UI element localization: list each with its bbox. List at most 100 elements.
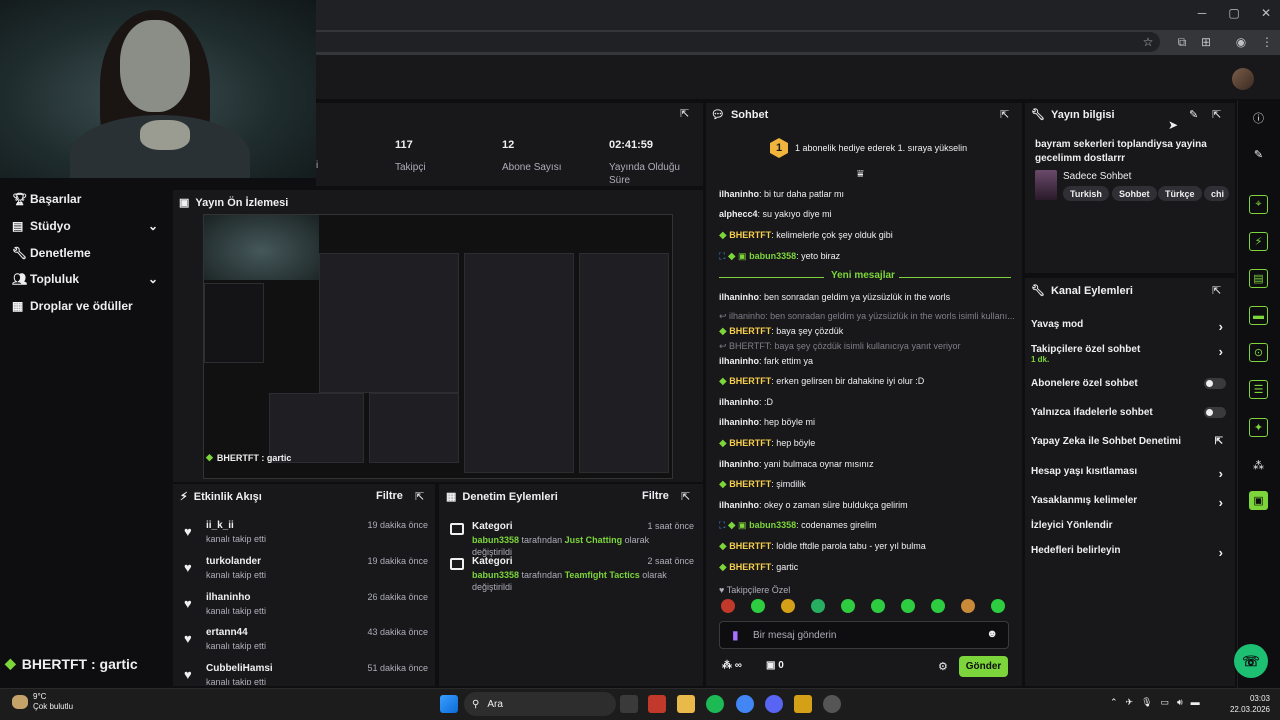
broadcast-icon[interactable]: ⊙ [1249,343,1268,362]
channel-action-row[interactable]: Hesap yaşı kısıtlaması › [1031,466,1229,486]
taskbar-clock[interactable]: 03:03 22.03.2026 [1222,693,1270,715]
edit-pencil-icon[interactable]: ✎ [1189,108,1198,121]
system-tray[interactable]: ⌃✈🎙︎▭🔊︎▬ [1110,697,1208,708]
chat-message[interactable]: ◆ BHERTFT: şimdilik [719,479,1009,490]
chevron-right-icon[interactable]: › [1219,344,1223,359]
list-item[interactable]: ♥ ii_k_ii kanalı takip etti 19 dakika ön… [184,520,428,548]
chat-message[interactable]: ◆ BHERTFT: kelimelerle çok şey olduk gib… [719,230,1009,241]
list-item[interactable]: ♥ ilhaninho kanalı takip etti 26 dakika … [184,592,428,620]
chevron-down-icon[interactable]: ⌄ [148,219,158,233]
cast-icon[interactable]: ⧉ [1173,35,1191,51]
settings-gear-icon[interactable]: ⚙ [938,660,948,673]
channel-action-row[interactable]: Yasaklanmış kelimeler › [1031,495,1229,515]
discord-icon[interactable] [765,695,783,713]
maximize-icon[interactable]: ▢ [1224,6,1244,22]
sidebar-item-drops[interactable]: ▦ Droplar ve ödüller [12,293,162,319]
obs-icon[interactable] [823,695,841,713]
popout-icon[interactable]: ⇱ [415,490,424,503]
chevron-down-icon[interactable]: ⌄ [148,272,158,286]
chevron-right-icon[interactable]: › [1219,466,1223,481]
chat-message[interactable]: ◆ BHERTFT: erken gelirsen bir dahakine i… [719,376,1009,387]
tag[interactable]: Sohbet [1112,186,1157,201]
chat-message[interactable]: ◆ BHERTFT: loldle tftdle parola tabu - y… [719,541,1009,552]
chat-message[interactable]: ilhaninho: bi tur daha patlar mı [719,189,1009,199]
minimize-icon[interactable]: ─ [1192,6,1212,22]
chat-message[interactable]: alphecc4: su yakıyo diye mi [719,209,1009,219]
file-explorer-icon[interactable] [677,695,695,713]
toggle-switch[interactable] [1204,378,1226,389]
emote-icon[interactable] [961,599,975,613]
stream-category[interactable]: Sadece Sohbet [1063,171,1131,182]
emote-icon[interactable] [931,599,945,613]
popout-icon[interactable]: ⇱ [680,107,689,120]
lightning-icon[interactable]: ⚡︎ [1249,232,1268,251]
emote-icon[interactable] [871,599,885,613]
channel-action-row[interactable]: Takipçilere özel sohbet 1 dk. › [1031,344,1229,364]
emote-icon[interactable] [781,599,795,613]
app-p-icon[interactable] [648,695,666,713]
channel-action-row[interactable]: Yavaş mod › [1031,319,1229,339]
weather-widget[interactable]: 9°C Çok bulutlu [12,692,73,712]
popout-icon[interactable]: ⇱ [1212,284,1221,297]
extensions-dots-icon[interactable]: ⁂ [1249,456,1268,475]
wrench-icon[interactable]: ✦ [1249,418,1268,437]
task-view-icon[interactable] [620,695,638,713]
toggle-switch[interactable] [1204,407,1226,418]
popout-icon[interactable]: ⇱ [681,490,690,503]
chat-message[interactable]: ilhaninho: hep böyle mi [719,417,1009,427]
chat-message[interactable]: ilhaninho: okey o zaman süre buldukça ge… [719,500,1009,510]
edit-pencil-icon[interactable]: ✎ [1249,145,1268,164]
channel-points[interactable]: ⁂ ∞ [722,660,742,671]
app-icon[interactable] [794,695,812,713]
chat-message[interactable]: ◆ BHERTFT: gartic [719,562,1009,573]
chat-input[interactable]: ▮ Bir mesaj gönderin ☻ [719,621,1009,649]
channel-action-row[interactable]: İzleyici Yönlendir [1031,520,1229,540]
tag[interactable]: chi [1204,186,1229,201]
emote-icon[interactable] [751,599,765,613]
channel-action-row[interactable]: Yalnızca ifadelerle sohbet [1031,407,1229,427]
collapse-icon[interactable]: ⩸ [857,168,864,181]
activity-filter-button[interactable]: Filtre [376,490,403,502]
info-icon[interactable]: ⓘ [1249,108,1268,127]
chat-message[interactable]: ◆ BHERTFT: baya şey çözdük [719,326,1009,337]
profile-icon[interactable]: ◉ [1232,35,1250,51]
extensions-icon[interactable]: ⊞ [1197,35,1215,51]
emote-icon[interactable] [901,599,915,613]
sidebar-item-community[interactable]: 👥︎ Topluluk ⌄ [12,266,162,292]
popout-icon[interactable]: ⇱ [1000,108,1009,121]
clip-icon[interactable]: ⌖ [1249,195,1268,214]
chat-bubble-icon[interactable]: ▬ [1249,306,1268,325]
chrome-icon[interactable] [736,695,754,713]
moderation-filter-button[interactable]: Filtre [642,490,669,502]
channel-action-row[interactable]: Abonelere özel sohbet [1031,378,1229,398]
emoji-icon[interactable]: ☻ [986,628,998,640]
help-chat-button[interactable]: ☏ [1234,644,1268,678]
document-icon[interactable]: ▤ [1249,269,1268,288]
sidebar-item-moderation[interactable]: 🔧︎ Denetleme [12,240,162,266]
channel-action-row[interactable]: Hedefleri belirleyin › [1031,545,1229,565]
emote-icon[interactable] [721,599,735,613]
popout-icon[interactable]: ⇱ [1212,108,1221,121]
chat-message[interactable]: ilhaninho: ben sonradan geldim ya yüzsüz… [719,292,1009,302]
chevron-right-icon[interactable]: › [1219,319,1223,334]
send-button[interactable]: Gönder [959,656,1008,677]
address-field[interactable] [300,32,1160,52]
external-link-icon[interactable]: ⇱ [1215,436,1223,447]
spotify-icon[interactable] [706,695,724,713]
close-icon[interactable]: ✕ [1256,6,1276,22]
avatar[interactable] [1232,68,1254,90]
leaderboard-banner[interactable]: 1 1 abonelik hediye ederek 1. sıraya yük… [770,138,967,158]
bookmark-star-icon[interactable]: ☆ [1139,35,1157,51]
sidebar-item-studio[interactable]: ▤ Stüdyo ⌄ [12,213,162,239]
microphone-icon[interactable]: ▮ [732,628,739,642]
browser-menu-icon[interactable]: ⋮ [1258,35,1276,51]
tag[interactable]: Turkish [1063,186,1109,201]
channel-action-row[interactable]: Yapay Zeka ile Sohbet Denetimi ⇱ [1031,436,1229,456]
chat-message[interactable]: ⛶ ◆ ▣ babun3358: yeto biraz [719,251,1009,262]
app-icon[interactable]: ▣ [1249,491,1268,510]
chat-message[interactable]: ilhaninho: yani bulmaca oynar mısınız [719,459,1009,469]
chat-message[interactable]: ◆ BHERTFT: hep böyle [719,438,1009,449]
layers-icon[interactable]: ☰ [1249,380,1268,399]
sidebar-item-achievements[interactable]: 🏆︎ Başarılar [12,186,162,212]
chat-message[interactable]: ilhaninho: fark ettim ya [719,356,1009,366]
